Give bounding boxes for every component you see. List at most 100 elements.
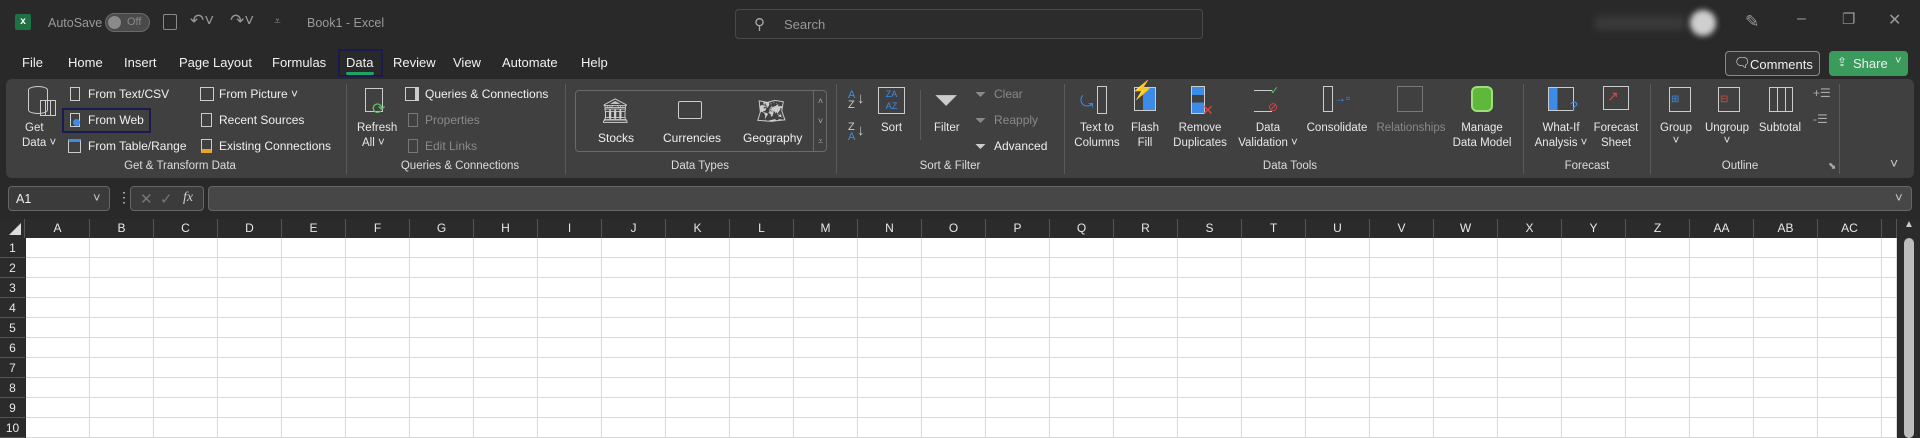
restore-icon[interactable]: ❐ [1842,10,1855,28]
cell[interactable] [1178,378,1242,398]
column-header[interactable]: D [218,219,282,238]
cell[interactable] [1050,398,1114,418]
cell[interactable] [666,418,730,438]
cell[interactable] [218,338,282,358]
cell[interactable] [474,278,538,298]
cell[interactable] [602,378,666,398]
cell[interactable] [922,258,986,278]
cell[interactable] [1626,398,1690,418]
cell[interactable] [1818,278,1882,298]
cell[interactable] [1626,418,1690,438]
cell[interactable] [1306,318,1370,338]
cell[interactable] [218,398,282,418]
cell[interactable] [410,338,474,358]
column-header[interactable]: Y [1562,219,1626,238]
cell[interactable] [858,318,922,338]
cell[interactable] [1562,298,1626,318]
pen-icon[interactable]: ✎ [1745,12,1759,32]
cell[interactable] [1306,338,1370,358]
cell[interactable] [730,418,794,438]
cell[interactable] [410,398,474,418]
cell[interactable] [538,338,602,358]
cell[interactable] [1370,358,1434,378]
cell[interactable] [986,378,1050,398]
cell[interactable] [602,398,666,418]
cell[interactable] [922,418,986,438]
cell[interactable] [1178,418,1242,438]
column-header[interactable]: F [346,219,410,238]
cell[interactable] [154,398,218,418]
cell[interactable] [858,358,922,378]
cell[interactable] [1818,398,1882,418]
cell[interactable] [218,318,282,338]
cell[interactable] [346,278,410,298]
cell[interactable] [1562,318,1626,338]
cell[interactable] [1370,418,1434,438]
column-header[interactable]: U [1306,219,1370,238]
cell[interactable] [1818,238,1882,258]
cell[interactable] [90,378,154,398]
cell[interactable] [1050,278,1114,298]
cell[interactable] [1562,258,1626,278]
column-header[interactable]: R [1114,219,1178,238]
cell[interactable] [346,398,410,418]
cell[interactable] [410,238,474,258]
cell[interactable] [1306,398,1370,418]
column-header[interactable]: K [666,219,730,238]
cell[interactable] [1434,258,1498,278]
cell[interactable] [1498,398,1562,418]
cell[interactable] [282,418,346,438]
column-header[interactable]: E [282,219,346,238]
cell[interactable] [986,298,1050,318]
cell[interactable] [1178,258,1242,278]
cell[interactable] [26,298,90,318]
vertical-scrollbar[interactable]: ▲ [1898,219,1920,438]
cell[interactable] [410,278,474,298]
cell[interactable] [154,358,218,378]
cell[interactable] [858,258,922,278]
cell[interactable] [986,318,1050,338]
cell[interactable] [1882,358,1897,378]
cell[interactable] [346,318,410,338]
cell[interactable] [282,318,346,338]
cell[interactable] [858,398,922,418]
cell[interactable] [90,318,154,338]
cell[interactable] [986,238,1050,258]
cell[interactable] [410,258,474,278]
tab-help[interactable]: Help [581,55,608,70]
cell[interactable] [282,398,346,418]
tab-file[interactable]: File [22,55,43,70]
cell[interactable] [1114,258,1178,278]
tab-home[interactable]: Home [68,55,103,70]
formula-input[interactable]: ˅ [208,186,1912,211]
cell[interactable] [346,298,410,318]
row-header[interactable]: 1 [0,238,25,258]
cell[interactable] [90,258,154,278]
cell[interactable] [1050,358,1114,378]
cell[interactable] [858,238,922,258]
row-header[interactable]: 10 [0,418,25,438]
cell[interactable] [1178,318,1242,338]
cell[interactable] [794,378,858,398]
cell[interactable] [1626,358,1690,378]
cell[interactable] [1498,378,1562,398]
cell[interactable] [1690,258,1754,278]
cell[interactable] [1882,378,1897,398]
cell[interactable] [474,318,538,338]
cell[interactable] [1690,418,1754,438]
cell[interactable] [1562,418,1626,438]
column-header[interactable]: N [858,219,922,238]
cell[interactable] [1690,278,1754,298]
cell[interactable] [922,278,986,298]
cell[interactable] [858,278,922,298]
cell[interactable] [346,238,410,258]
row-header[interactable]: 9 [0,398,25,418]
column-header[interactable]: Q [1050,219,1114,238]
cell[interactable] [282,238,346,258]
cell[interactable] [346,358,410,378]
cell[interactable] [1754,238,1818,258]
cell[interactable] [858,418,922,438]
cell[interactable] [1114,398,1178,418]
cell[interactable] [1690,358,1754,378]
cell[interactable] [1498,238,1562,258]
